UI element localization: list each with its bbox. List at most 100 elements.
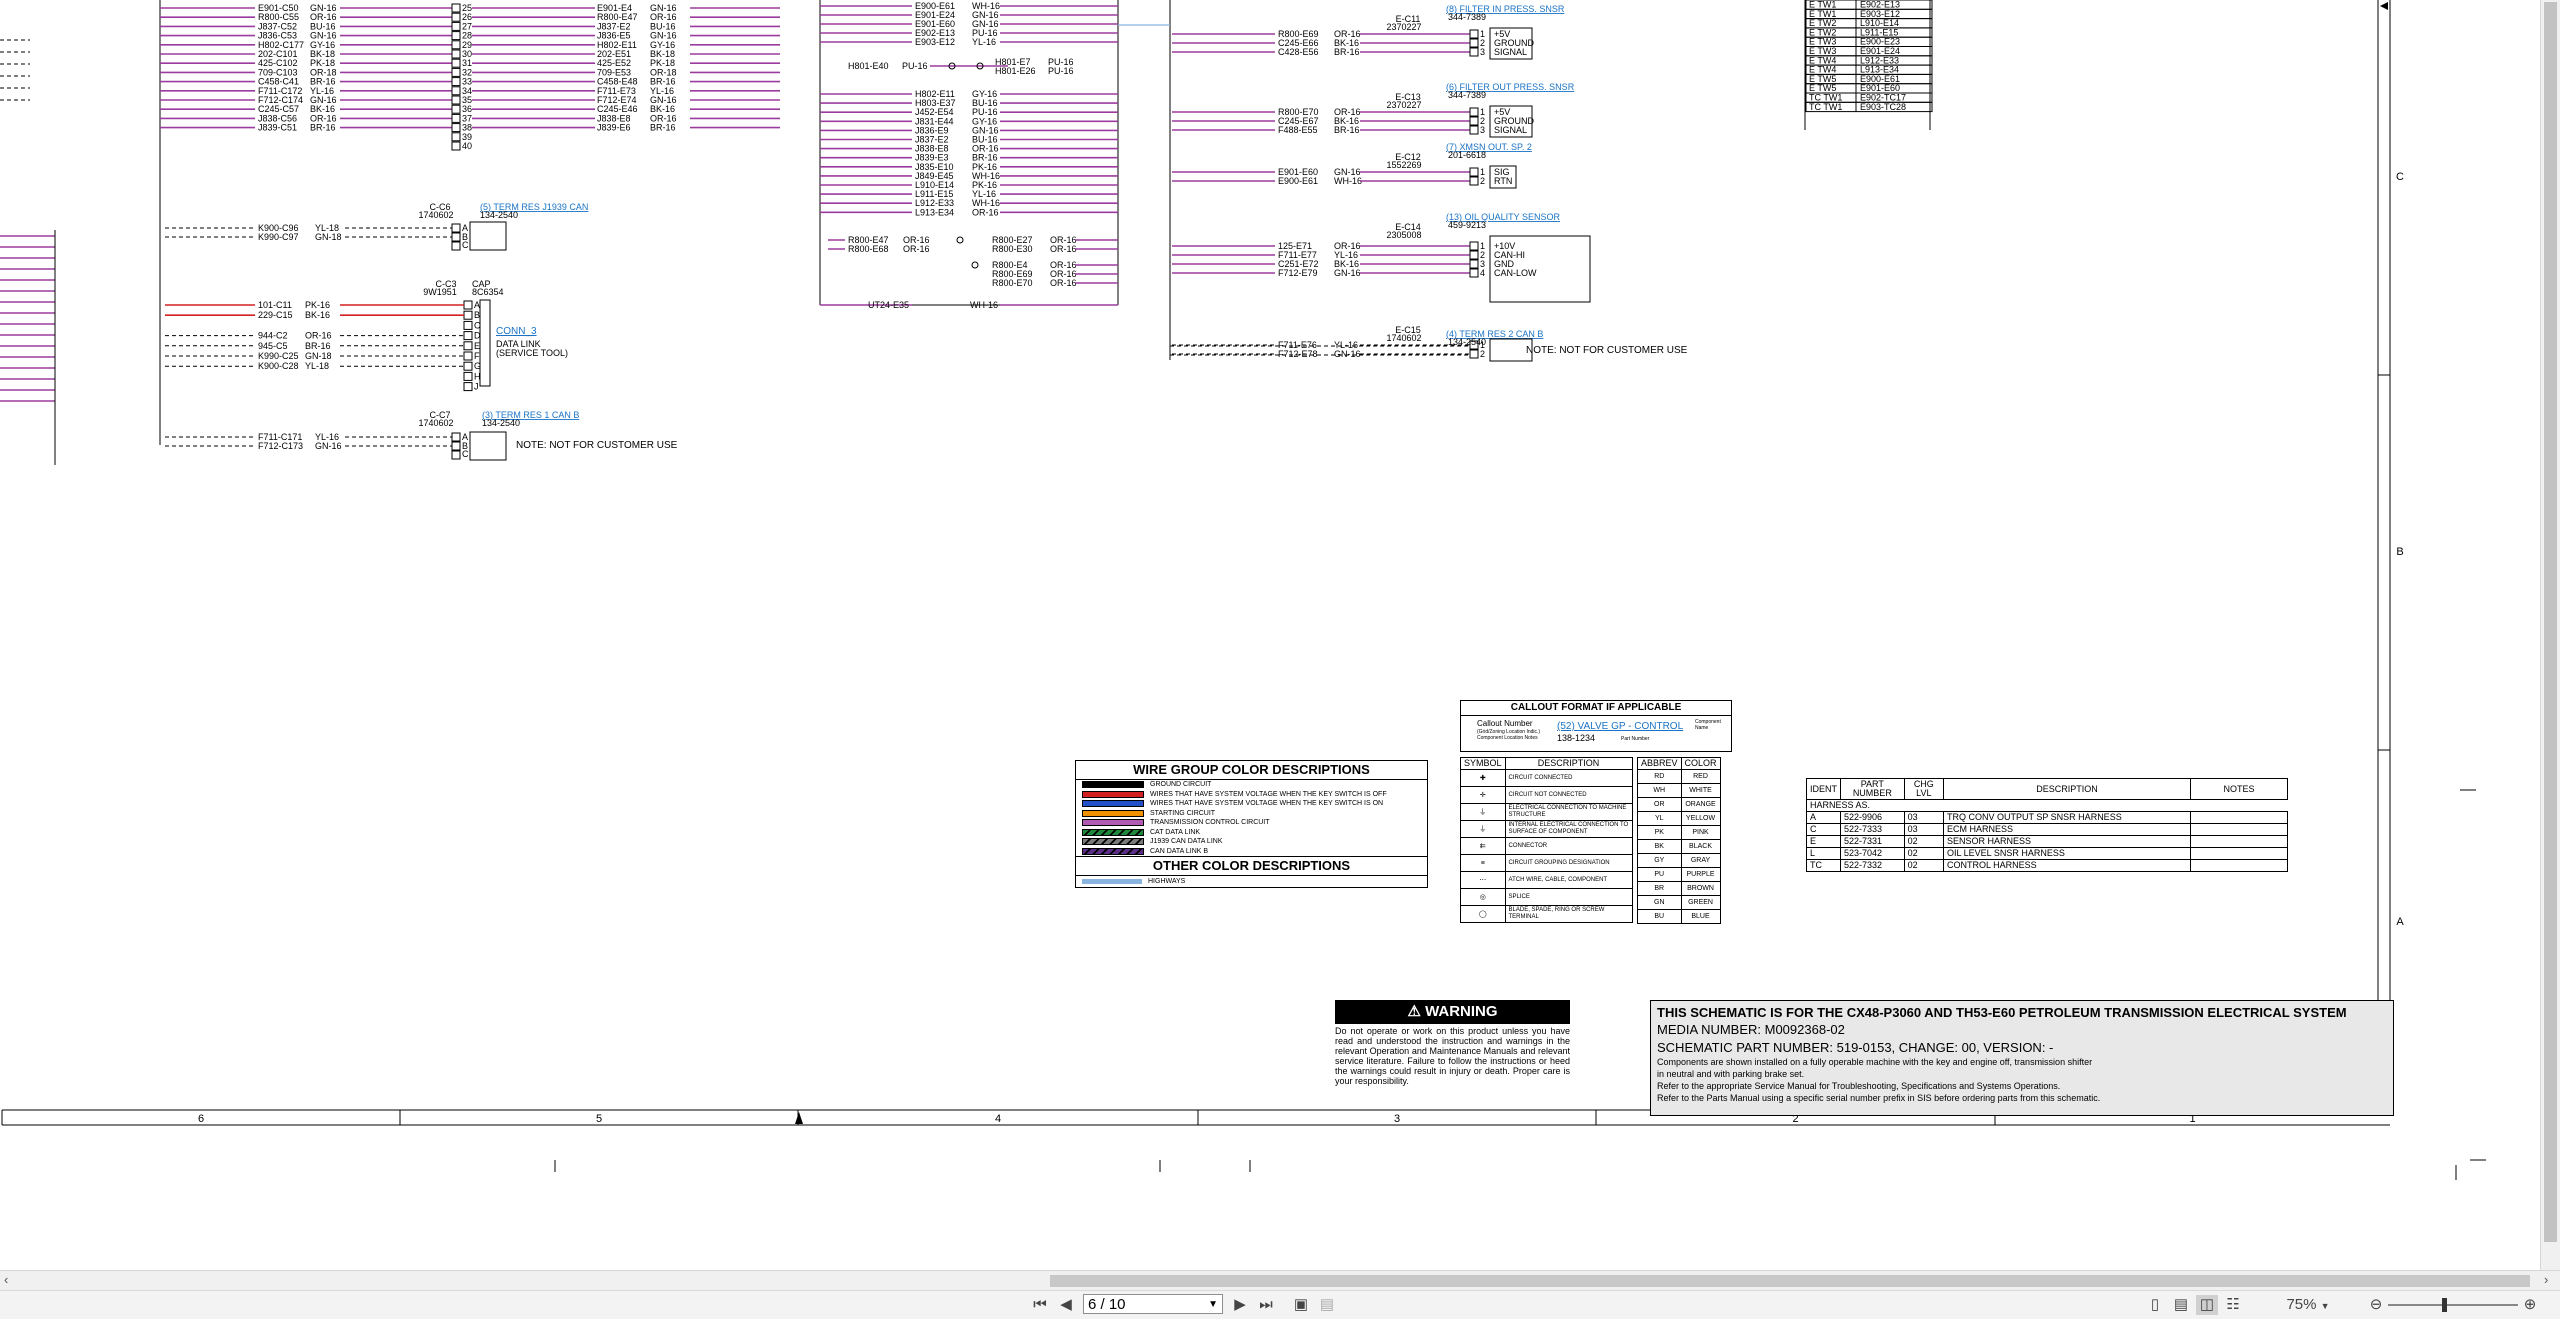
harness-table: IDENT PART NUMBER CHG LVL DESCRIPTION NOTES … bbox=[1806, 778, 2288, 872]
last-page-button[interactable]: ⏭ bbox=[1256, 1295, 1276, 1315]
wire-group-legend: WIRE GROUP COLOR DESCRIPTIONS GROUND CIR… bbox=[1075, 760, 1428, 888]
wire-color: OR-16 bbox=[1050, 244, 1077, 254]
title-line-2: MEDIA NUMBER: M0092368-02 bbox=[1657, 1022, 1845, 1037]
horizontal-scrollbar[interactable]: ‹ › bbox=[0, 1270, 2560, 1291]
zoom-in-button[interactable]: ⊕ bbox=[2520, 1295, 2540, 1315]
wire-group-item: WIRES THAT HAVE SYSTEM VOLTAGE WHEN THE … bbox=[1076, 799, 1427, 809]
first-page-icon: ⏮ bbox=[1033, 1296, 1047, 1313]
pin-number: J bbox=[474, 382, 479, 392]
connector-pin bbox=[451, 40, 461, 50]
next-page-icon: ▶ bbox=[1234, 1296, 1246, 1313]
sensor-pin bbox=[1469, 47, 1479, 57]
zoom-out-button[interactable]: ⊖ bbox=[2366, 1295, 2386, 1315]
zoom-slider[interactable] bbox=[2388, 1298, 2518, 1312]
connector-pin bbox=[451, 441, 461, 451]
horizontal-scroll-thumb[interactable] bbox=[1050, 1275, 2530, 1287]
sensor-pin bbox=[1469, 259, 1479, 269]
continuous-icon: ▤ bbox=[2173, 1296, 2189, 1313]
connector-pin bbox=[451, 123, 461, 133]
wire-id: F712-E79 bbox=[1278, 268, 1318, 278]
wire-color: WH-16 bbox=[970, 300, 998, 310]
continuous-view-button[interactable]: ▤ bbox=[2170, 1295, 2192, 1315]
connector-pin bbox=[451, 31, 461, 41]
color-cell: BLACK bbox=[1680, 839, 1721, 854]
grid-arrow-icon bbox=[795, 1112, 803, 1124]
chevron-down-icon[interactable]: ▼ bbox=[1208, 1295, 1218, 1315]
grid-column-label: 6 bbox=[198, 1113, 204, 1125]
single-page-view-button[interactable]: ▯ bbox=[2144, 1295, 2166, 1315]
fit-page-button[interactable]: ▣ bbox=[1290, 1295, 1312, 1315]
connector-pin bbox=[451, 104, 461, 114]
wire-color: BR-16 bbox=[1334, 47, 1360, 57]
harness-cell: CONTROL HARNESS bbox=[1943, 859, 2191, 872]
symbol-glyph-icon: ⋯ bbox=[1460, 871, 1506, 889]
color-cell: RED bbox=[1680, 769, 1721, 784]
symbol-description: CIRCUIT GROUPING DESIGNATION bbox=[1504, 854, 1633, 872]
connector-pin bbox=[463, 331, 473, 341]
pin-number: F bbox=[474, 351, 480, 361]
vertical-scrollbar[interactable] bbox=[2540, 0, 2560, 1270]
symbol-description: SPLICE bbox=[1504, 888, 1633, 906]
callout-title: CALLOUT FORMAT IF APPLICABLE bbox=[1461, 701, 1731, 716]
connector-pin bbox=[463, 310, 473, 320]
sensor-pin-label: RTN bbox=[1494, 176, 1512, 186]
callout-note-right: Component Name bbox=[1695, 719, 1721, 731]
wire-color: OR-16 bbox=[972, 207, 999, 217]
wire-id: R800-E30 bbox=[992, 244, 1033, 254]
zoom-level[interactable]: 75% ▼ bbox=[2282, 1295, 2334, 1315]
abbrev-color-table: ABBREV COLOR RD RED WH WHITE OR ORANGE YL YELLOW… bbox=[1637, 757, 1721, 924]
wire-swatch bbox=[1082, 781, 1144, 789]
wire-id: H801-E40 bbox=[848, 61, 889, 71]
wire-id: 229-C15 bbox=[258, 310, 293, 320]
wire-group-item: GROUND CIRCUIT bbox=[1076, 780, 1427, 790]
color-cell: PURPLE bbox=[1680, 867, 1721, 882]
color-cell: YELLOW bbox=[1680, 811, 1721, 826]
fit-width-button[interactable]: ▤ bbox=[1316, 1295, 1338, 1315]
page-number-input[interactable]: 6 / 10 ▼ bbox=[1083, 1294, 1223, 1314]
connector-sub: 134-2540 bbox=[480, 210, 518, 220]
table-row: C 522-7333 03 ECM HARNESS bbox=[1806, 823, 2288, 836]
grid-column-label: 4 bbox=[995, 1113, 1001, 1125]
next-page-button[interactable]: ▶ bbox=[1230, 1295, 1250, 1315]
wire-color: BR-16 bbox=[650, 123, 676, 133]
title-line-6: Refer to the appropriate Service Manual … bbox=[1657, 1081, 2061, 1091]
harness-cell bbox=[2190, 811, 2288, 824]
symbol-description: ELECTRICAL CONNECTION TO MACHINE STRUCTU… bbox=[1504, 803, 1633, 821]
wire-color: OR-16 bbox=[903, 244, 930, 254]
connector-part-number: 1740602 bbox=[418, 210, 453, 220]
wire-id: E900-E61 bbox=[1278, 176, 1318, 186]
fit-page-icon: ▣ bbox=[1293, 1296, 1309, 1313]
first-page-button[interactable]: ⏮ bbox=[1030, 1295, 1050, 1315]
wire-id: L913-E34 bbox=[915, 207, 954, 217]
pin-number: A bbox=[474, 300, 480, 310]
title-line-1: THIS SCHEMATIC IS FOR THE CX48-P3060 AND… bbox=[1657, 1005, 2347, 1020]
sensor-pin-label: CAN-LOW bbox=[1494, 268, 1537, 278]
scroll-left-icon[interactable]: ‹ bbox=[4, 1272, 8, 1287]
sensor-sub: 459-9213 bbox=[1448, 220, 1486, 230]
color-cell: GREEN bbox=[1680, 895, 1721, 910]
zoom-slider-handle[interactable] bbox=[2442, 1298, 2447, 1312]
abbrev-header: ABBREV bbox=[1637, 757, 1682, 770]
prev-page-button[interactable]: ◀ bbox=[1056, 1295, 1076, 1315]
symbol-description: CONNECTOR bbox=[1504, 837, 1633, 855]
scroll-right-icon[interactable]: › bbox=[2544, 1272, 2548, 1287]
wire-group-item: TRANSMISSION CONTROL CIRCUIT bbox=[1076, 818, 1427, 828]
wire-color: GN-18 bbox=[315, 232, 342, 242]
wire-id: UT24-E35 bbox=[868, 300, 909, 310]
pin-number: D bbox=[474, 331, 481, 341]
grid-row-label: C bbox=[2396, 171, 2404, 183]
symbol-glyph-icon: ⏚ bbox=[1460, 820, 1506, 838]
callout-example: (52) VALVE GP - CONTROL bbox=[1557, 721, 1684, 732]
two-page-view-button[interactable]: ◫ bbox=[2196, 1295, 2218, 1315]
scroll-view-button[interactable]: ☷ bbox=[2222, 1295, 2244, 1315]
sensor-pin bbox=[1469, 176, 1479, 186]
wire-swatch bbox=[1082, 847, 1144, 855]
pin-number: 2 bbox=[1480, 176, 1485, 186]
vertical-scroll-thumb[interactable] bbox=[2544, 2, 2557, 1242]
harness-cell: OIL LEVEL SNSR HARNESS bbox=[1943, 847, 2191, 860]
wire-color: OR-16 bbox=[305, 331, 332, 341]
sensor-part-number: 1740602 bbox=[1386, 333, 1421, 343]
wire-color: YL-16 bbox=[972, 37, 996, 47]
connector-pin bbox=[451, 113, 461, 123]
zoom-in-icon: ⊕ bbox=[2523, 1296, 2537, 1313]
